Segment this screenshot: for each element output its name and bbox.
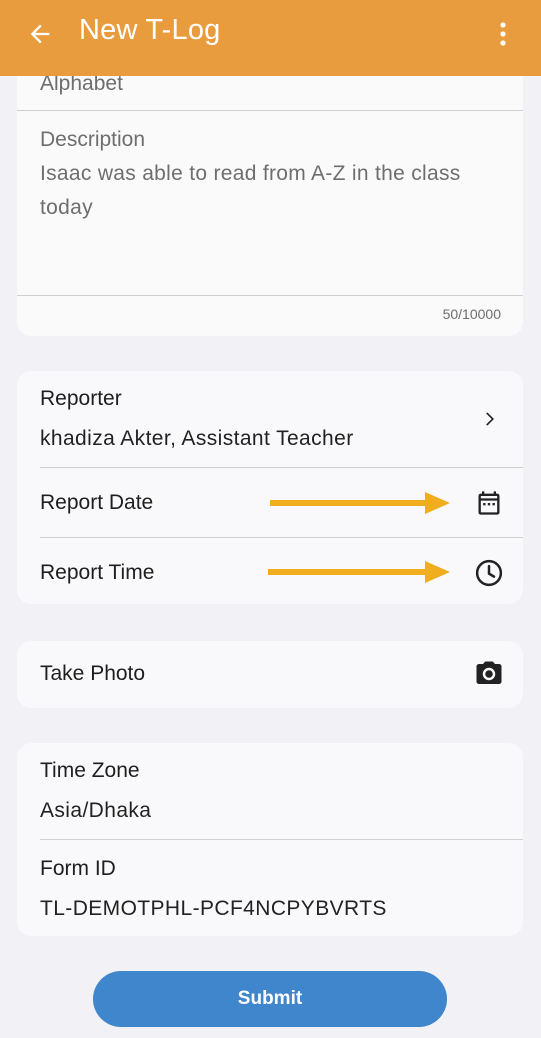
app-bar: New T-Log [0,0,541,76]
reporter-value: khadiza Akter, Assistant Teacher [40,427,354,450]
timezone-label: Time Zone [40,759,140,782]
page-title: New T-Log [79,14,221,46]
annotation-arrow [270,492,450,514]
form-id-label: Form ID [40,857,116,880]
annotation-arrow [268,561,450,583]
chevron-right-icon[interactable] [473,403,505,435]
divider [40,839,523,840]
report-card: Reporter khadiza Akter, Assistant Teache… [17,371,523,604]
reporter-label: Reporter [40,387,122,410]
details-card: Alphabet Description Isaac was able to r… [17,40,523,336]
clock-icon[interactable] [473,557,505,589]
form-id-value: TL-DEMOTPHL-PCF4NCPYBVRTS [40,897,387,920]
calendar-icon[interactable] [473,487,505,519]
divider [40,537,523,538]
description-field[interactable]: Isaac was able to read from A-Z in the c… [40,157,480,225]
divider [17,295,523,296]
take-photo-row[interactable]: Take Photo [17,641,523,708]
report-date-label: Report Date [40,491,154,514]
character-counter: 50/10000 [442,306,501,322]
divider [40,467,523,468]
report-time-label: Report Time [40,561,155,584]
back-arrow-icon[interactable] [24,18,56,50]
description-label: Description [40,128,146,151]
more-options-icon[interactable] [491,18,515,50]
take-photo-label: Take Photo [40,662,146,685]
camera-icon[interactable] [473,658,505,690]
submit-button[interactable]: Submit [93,971,447,1027]
timezone-value: Asia/Dhaka [40,799,152,822]
meta-card: Time Zone Asia/Dhaka Form ID TL-DEMOTPHL… [17,743,523,936]
divider [17,110,523,111]
